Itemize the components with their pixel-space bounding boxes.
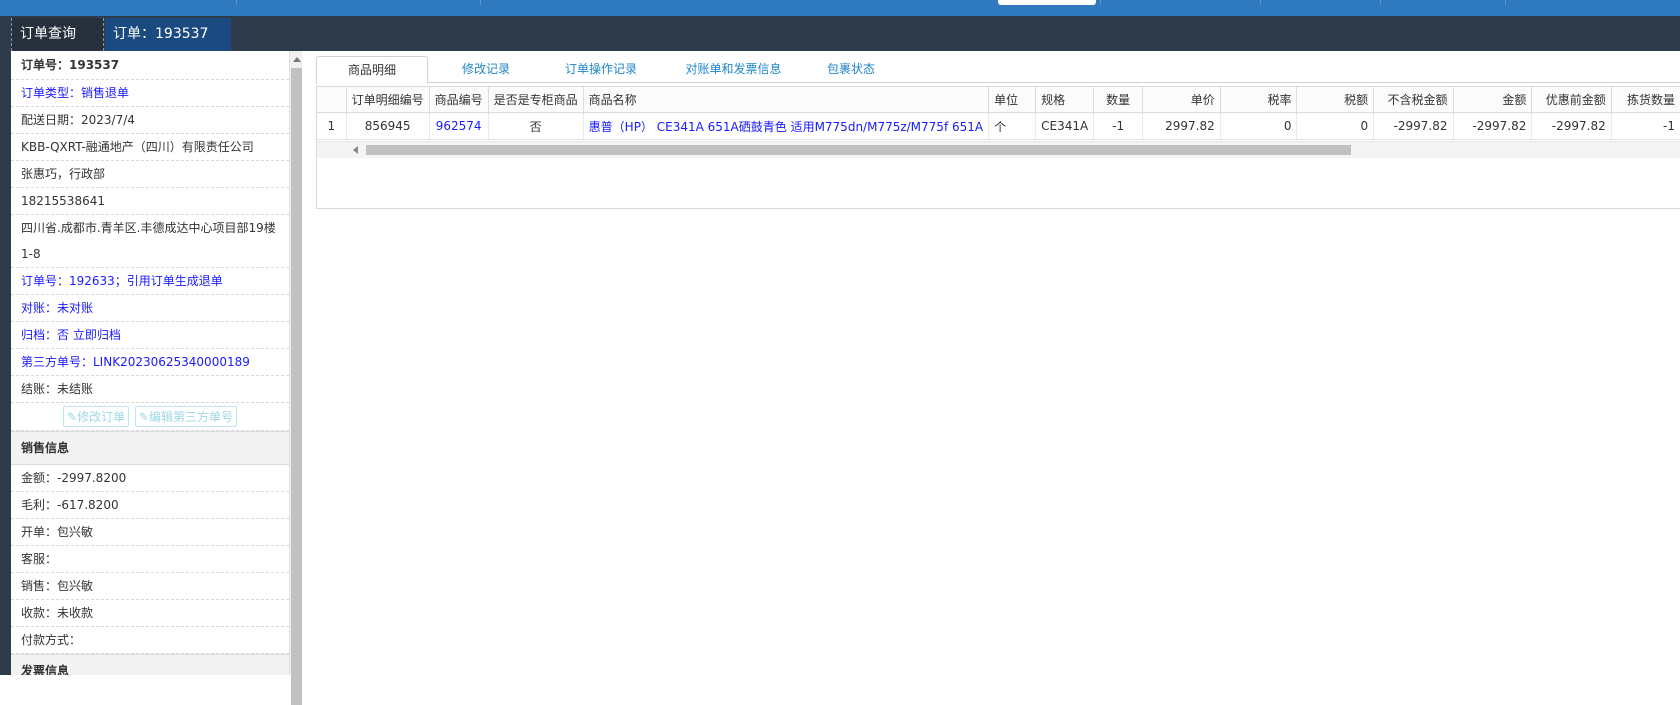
order-action-buttons: ✎修改订单 ✎编辑第三方单号 — [11, 403, 289, 431]
cell-product-no-link[interactable]: 962574 — [429, 112, 489, 140]
table-row[interactable]: 1 856945 962574 否 惠普（HP） CE341A 651A硒鼓青色… — [317, 112, 1680, 140]
header-divider — [1260, 0, 1261, 5]
col-header-counter[interactable]: 是否是专柜商品 — [488, 87, 584, 113]
edit-order-button[interactable]: ✎修改订单 — [63, 406, 130, 427]
edit-third-party-label: 编辑第三方单号 — [148, 410, 233, 424]
header-search-box[interactable] — [998, 0, 1096, 5]
table-header-row: 订单明细编号 商品编号 是否是专柜商品 商品名称 单位 规格 数量 单价 税率 … — [317, 87, 1680, 113]
contact-phone: 18215538641 — [11, 188, 289, 215]
tab-order-query[interactable]: 订单查询✕ — [11, 18, 104, 77]
cell-pre-tax: -2997.82 — [1373, 112, 1454, 140]
scrollbar-thumb[interactable] — [291, 68, 302, 705]
cell-detail-no: 856945 — [346, 112, 430, 140]
col-header-detail-no[interactable]: 订单明细编号 — [346, 87, 430, 113]
cell-unit-price: 2997.82 — [1142, 112, 1221, 140]
detail-content: 商品明细 修改记录 订单操作记录 对账单和发票信息 包裹状态 订单明细编号 商品… — [302, 51, 1680, 675]
subtab-product-details[interactable]: 商品明细 — [316, 56, 428, 84]
product-detail-grid: 订单明细编号 商品编号 是否是专柜商品 商品名称 单位 规格 数量 单价 税率 … — [316, 86, 1680, 209]
payment-method: 付款方式： — [11, 627, 289, 654]
product-table: 订单明细编号 商品编号 是否是专柜商品 商品名称 单位 规格 数量 单价 税率 … — [317, 87, 1680, 140]
delivery-address: 四川省.成都市.青羊区.丰德成达中心项目部19楼1-8 — [11, 215, 289, 268]
col-header-product-no[interactable]: 商品编号 — [429, 87, 489, 113]
tab-order-detail[interactable]: 订单：193537✕ — [105, 18, 231, 77]
customer-name: KBB-QXRT-融通地产（四川）有限责任公司 — [11, 134, 289, 161]
collection-status: 收款：未收款 — [11, 600, 289, 627]
sidebar-background — [0, 51, 11, 675]
subtab-operation-log[interactable]: 订单操作记录 — [546, 56, 656, 82]
salesman: 销售：包兴敏 — [11, 573, 289, 600]
col-header-quantity[interactable]: 数量 — [1093, 87, 1144, 113]
header-divider — [1380, 0, 1381, 5]
settle-status: 结账：未结账 — [11, 376, 289, 403]
third-party-number: 第三方单号：LINK20230625340000189 — [11, 349, 289, 376]
order-type: 订单类型：销售退单 — [11, 80, 289, 107]
sales-amount: 金额：-2997.8200 — [11, 465, 289, 492]
order-info-panel: 订单号：193537 订单类型：销售退单 配送日期：2023/7/4 KBB-Q… — [11, 51, 289, 675]
reference-order-link[interactable]: 订单号：192633；引用订单生成退单 — [11, 268, 289, 295]
scroll-up-icon[interactable] — [293, 57, 301, 62]
cell-amount: -2997.82 — [1453, 112, 1533, 140]
edit-third-party-button[interactable]: ✎编辑第三方单号 — [134, 406, 237, 427]
customer-service: 客服： — [11, 546, 289, 573]
cell-tax: 0 — [1296, 112, 1375, 140]
subtab-package-status[interactable]: 包裹状态 — [811, 56, 891, 82]
top-header-bar — [0, 0, 1680, 16]
page-tab-bar: 订单查询✕ 订单：193537✕ — [0, 16, 1680, 77]
cell-pick-qty: -1 — [1611, 112, 1680, 140]
cell-product-name-link[interactable]: 惠普（HP） CE341A 651A硒鼓青色 适用M775dn/M775z/M7… — [583, 112, 990, 140]
subtab-modify-log[interactable]: 修改记录 — [441, 56, 531, 82]
delivery-date: 配送日期：2023/7/4 — [11, 107, 289, 134]
archive-status-link[interactable]: 归档：否 立即归档 — [11, 322, 289, 349]
col-header-pre-tax[interactable]: 不含税金额 — [1373, 87, 1454, 113]
col-header-pick-qty[interactable]: 拣货数量 — [1611, 87, 1680, 113]
edit-icon: ✎ — [67, 410, 78, 424]
header-divider — [1505, 0, 1506, 5]
detail-subtabs: 商品明细 修改记录 订单操作记录 对账单和发票信息 包裹状态 — [316, 54, 1680, 84]
issuer: 开单：包兴敏 — [11, 519, 289, 546]
cell-pre-discount: -2997.82 — [1531, 112, 1612, 140]
contact-person: 张惠巧，行政部 — [11, 161, 289, 188]
col-header-tax[interactable]: 税额 — [1296, 87, 1375, 113]
header-divider — [236, 0, 237, 5]
col-header-tax-rate[interactable]: 税率 — [1220, 87, 1298, 113]
cell-spec: CE341A — [1035, 112, 1095, 140]
col-header-amount[interactable]: 金额 — [1453, 87, 1533, 113]
cell-quantity: -1 — [1093, 112, 1144, 140]
cell-counter: 否 — [488, 112, 584, 140]
col-header-index — [317, 87, 347, 113]
tab-label: 订单：193537 — [113, 26, 209, 42]
left-panel-scrollbar[interactable] — [289, 51, 303, 705]
scroll-left-icon[interactable] — [353, 146, 358, 154]
scrollbar-thumb[interactable] — [366, 145, 1351, 155]
grid-horizontal-scrollbar[interactable] — [317, 141, 1680, 158]
col-header-unit-price[interactable]: 单价 — [1142, 87, 1221, 113]
order-number: 订单号：193537 — [11, 51, 289, 80]
subtab-statement-invoice[interactable]: 对账单和发票信息 — [671, 56, 796, 82]
tab-label: 订单查询 — [20, 26, 76, 42]
header-divider — [1100, 0, 1101, 5]
sales-info-heading: 销售信息 — [11, 431, 289, 465]
reconcile-status: 对账：未对账 — [11, 295, 289, 322]
col-header-spec[interactable]: 规格 — [1035, 87, 1095, 113]
gross-profit: 毛利：-617.8200 — [11, 492, 289, 519]
edit-icon: ✎ — [138, 410, 149, 424]
cell-index: 1 — [317, 112, 347, 140]
header-divider — [480, 0, 481, 5]
col-header-pre-discount[interactable]: 优惠前金额 — [1531, 87, 1612, 113]
invoice-info-heading: 发票信息 — [11, 654, 289, 675]
edit-order-label: 修改订单 — [77, 410, 126, 424]
cell-tax-rate: 0 — [1220, 112, 1298, 140]
col-header-unit[interactable]: 单位 — [988, 87, 1037, 113]
cell-unit: 个 — [988, 112, 1037, 140]
col-header-product-name[interactable]: 商品名称 — [583, 87, 990, 113]
